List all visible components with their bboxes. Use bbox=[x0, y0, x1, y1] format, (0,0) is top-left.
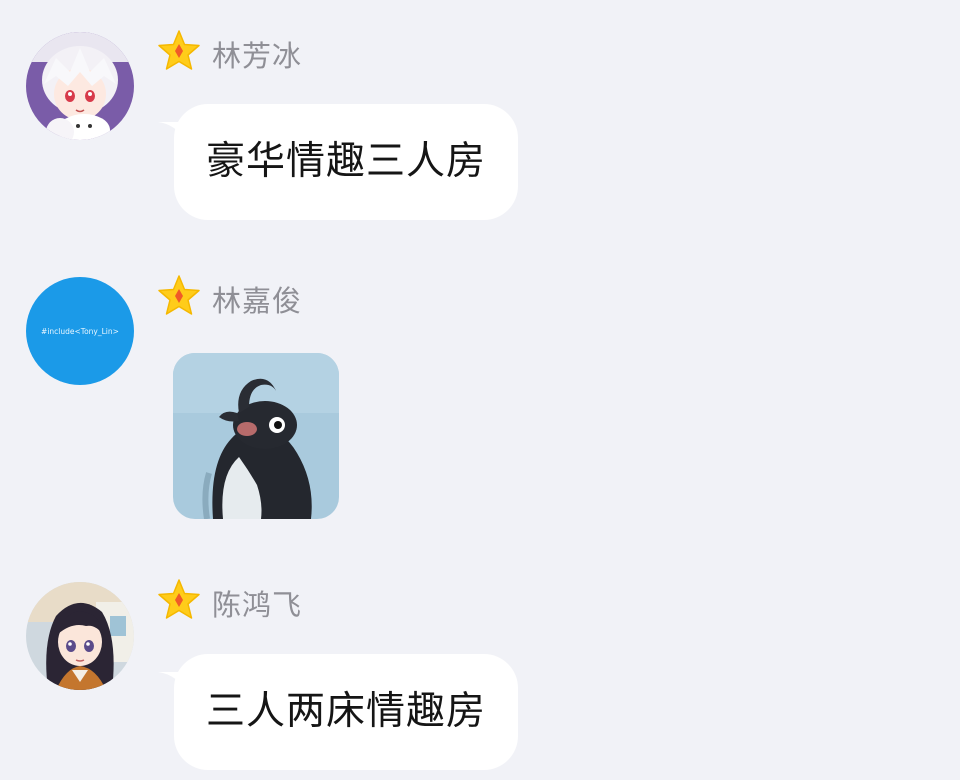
star-badge-icon bbox=[156, 577, 202, 623]
star-badge-icon bbox=[156, 273, 202, 319]
message-bubble[interactable]: 三人两床情趣房 bbox=[174, 654, 519, 770]
anime-white-hair-avatar bbox=[26, 32, 134, 140]
penguin-sticker bbox=[173, 353, 339, 519]
avatar[interactable]: #include<Tony_Lin> bbox=[26, 277, 134, 385]
avatar[interactable] bbox=[26, 582, 134, 690]
message-item: #include<Tony_Lin> 林嘉俊 bbox=[0, 260, 960, 530]
sender-name[interactable]: 陈鸿飞 bbox=[212, 585, 302, 625]
avatar[interactable] bbox=[26, 32, 134, 140]
blue-text-avatar: #include<Tony_Lin> bbox=[26, 277, 134, 385]
star-badge-icon bbox=[156, 28, 202, 74]
message-item: 陈鸿飞 三人两床情趣房 bbox=[0, 560, 960, 780]
sender-name[interactable]: 林嘉俊 bbox=[212, 281, 302, 321]
avatar-text: #include<Tony_Lin> bbox=[41, 326, 119, 336]
chat-message-list: 林芳冰 豪华情趣三人房 #include<Tony_Lin> 林嘉俊 陈鸿飞 三… bbox=[0, 0, 960, 780]
message-bubble[interactable]: 豪华情趣三人房 bbox=[174, 104, 519, 220]
message-item: 林芳冰 豪华情趣三人房 bbox=[0, 0, 960, 240]
sticker-image[interactable] bbox=[173, 353, 339, 519]
sender-name[interactable]: 林芳冰 bbox=[212, 36, 302, 76]
anime-dark-hair-avatar bbox=[26, 582, 134, 690]
